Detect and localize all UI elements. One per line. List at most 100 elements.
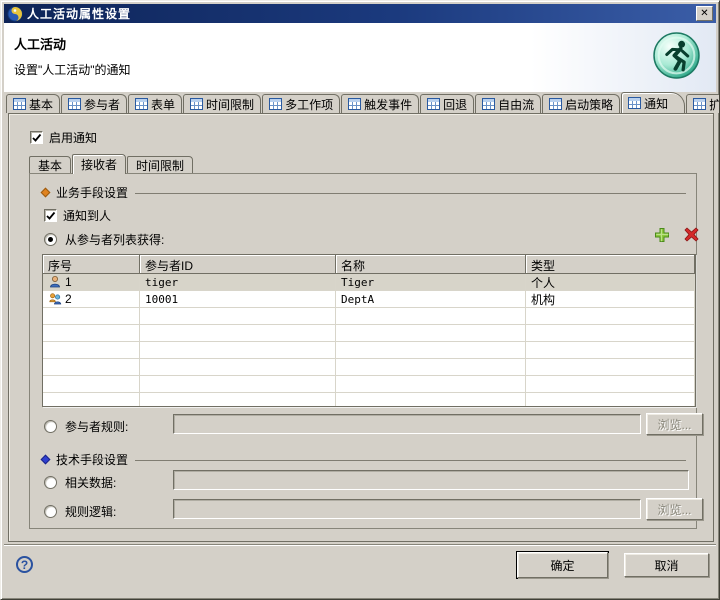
table-icon — [68, 98, 81, 110]
empty-cell — [336, 393, 526, 406]
rule-logic-browse-button[interactable]: 浏览... — [646, 498, 703, 520]
empty-cell — [43, 376, 140, 393]
participant-rule-radio[interactable]: 参与者规则: — [44, 418, 128, 435]
tab-trigger-event[interactable]: 触发事件 — [341, 94, 419, 113]
table-row[interactable]: 2 10001 DeptA 机构 — [43, 291, 695, 308]
subtab-label: 接收者 — [81, 156, 117, 173]
table-empty-row[interactable] — [43, 308, 695, 325]
radio-label: 从参与者列表获得: — [65, 231, 164, 248]
section-rule — [135, 193, 686, 194]
table-empty-row[interactable] — [43, 342, 695, 359]
ok-button[interactable]: 确定 — [517, 552, 608, 578]
empty-cell — [43, 359, 140, 376]
cell-text: 2 — [65, 292, 72, 306]
rule-logic-field[interactable] — [173, 499, 641, 519]
tab-label: 回退 — [443, 96, 467, 113]
cancel-button[interactable]: 取消 — [624, 553, 709, 577]
header-banner: 人工活动 设置"人工活动"的通知 — [4, 23, 716, 92]
table-icon — [693, 98, 706, 110]
related-data-field[interactable] — [173, 470, 689, 490]
subtab-basic[interactable]: 基本 — [29, 156, 71, 174]
empty-cell — [336, 325, 526, 342]
help-icon[interactable]: ? — [16, 556, 33, 573]
table-empty-row[interactable] — [43, 359, 695, 376]
title-bar: 人工活动属性设置 ✕ — [4, 4, 716, 23]
from-participant-list-radio[interactable]: 从参与者列表获得: — [44, 231, 164, 248]
tab-time-limit[interactable]: 时间限制 — [183, 94, 261, 113]
cell-participant-id: 10001 — [140, 291, 336, 308]
empty-cell — [140, 359, 336, 376]
table-header-row: 序号 参与者ID 名称 类型 — [43, 255, 695, 274]
notify-person-checkbox[interactable]: 通知到人 — [44, 207, 111, 224]
table-row[interactable]: 1 tiger Tiger 个人 — [43, 274, 695, 291]
rule-logic-radio[interactable]: 规则逻辑: — [44, 503, 116, 520]
table-icon — [135, 98, 148, 110]
group-icon — [48, 292, 62, 306]
tab-start-strategy[interactable]: 启动策略 — [542, 94, 620, 113]
table-icon — [427, 98, 440, 110]
tab-free-flow[interactable]: 自由流 — [475, 94, 541, 113]
empty-cell — [140, 308, 336, 325]
tab-label: 多工作项 — [285, 96, 333, 113]
table-empty-row[interactable] — [43, 393, 695, 406]
empty-cell — [140, 376, 336, 393]
tab-notification[interactable]: 通知 — [621, 92, 685, 113]
cell-type: 个人 — [526, 274, 695, 291]
table-icon — [482, 98, 495, 110]
empty-cell — [43, 325, 140, 342]
technical-section-header: 技术手段设置 — [42, 451, 686, 468]
empty-cell — [140, 325, 336, 342]
empty-cell — [526, 359, 695, 376]
related-data-radio[interactable]: 相关数据: — [44, 474, 116, 491]
section-rule — [135, 460, 686, 461]
enable-notification-checkbox[interactable]: 启用通知 — [30, 129, 97, 146]
table-icon — [190, 98, 203, 110]
close-button[interactable]: ✕ — [696, 6, 713, 21]
orange-diamond-icon — [41, 188, 51, 198]
tab-extension[interactable]: 扩展 — [686, 94, 720, 113]
remove-participant-icon[interactable] — [684, 227, 699, 242]
tab-form[interactable]: 表单 — [128, 94, 182, 113]
blue-diamond-icon — [41, 455, 51, 465]
tab-participant[interactable]: 参与者 — [61, 94, 127, 113]
main-tab-bar: 基本 参与者 表单 时间限制 多工作项 触发事件 回退 自由流 启动策略 通知 … — [6, 92, 716, 113]
participant-rule-browse-button[interactable]: 浏览... — [646, 413, 703, 435]
cell-type: 机构 — [526, 291, 695, 308]
table-empty-row[interactable] — [43, 376, 695, 393]
column-header-seq: 序号 — [43, 255, 140, 274]
table-empty-row[interactable] — [43, 325, 695, 342]
column-header-type: 类型 — [526, 255, 695, 274]
person-icon — [48, 275, 62, 289]
subtab-time-limit[interactable]: 时间限制 — [127, 156, 193, 174]
radio-icon — [44, 505, 57, 518]
page-title: 人工活动 — [14, 34, 66, 53]
tab-basic[interactable]: 基本 — [6, 94, 60, 113]
cell-name: Tiger — [336, 274, 526, 291]
add-participant-icon[interactable] — [654, 227, 670, 243]
tab-rollback[interactable]: 回退 — [420, 94, 474, 113]
subtab-receiver[interactable]: 接收者 — [72, 154, 126, 174]
empty-cell — [526, 325, 695, 342]
checkbox-icon — [44, 209, 57, 222]
empty-cell — [43, 393, 140, 406]
tab-label: 参与者 — [84, 96, 120, 113]
empty-cell — [336, 308, 526, 325]
empty-cell — [336, 342, 526, 359]
participant-table: 序号 参与者ID 名称 类型 1 tiger Tiger 个人 — [42, 254, 696, 407]
empty-cell — [526, 308, 695, 325]
cell-text: 1 — [65, 275, 72, 289]
tab-label: 时间限制 — [206, 96, 254, 113]
empty-cell — [140, 342, 336, 359]
participant-rule-field[interactable] — [173, 414, 641, 434]
window-swirl-icon — [7, 6, 23, 22]
subtab-label: 基本 — [38, 157, 62, 174]
tab-label: 表单 — [151, 96, 175, 113]
table-icon — [549, 98, 562, 110]
business-section-header: 业务手段设置 — [42, 184, 686, 201]
tab-label: 通知 — [644, 95, 668, 112]
cell-name: DeptA — [336, 291, 526, 308]
table-icon — [628, 97, 641, 109]
column-header-name: 名称 — [336, 255, 526, 274]
tab-multi-workitem[interactable]: 多工作项 — [262, 94, 340, 113]
tab-label: 触发事件 — [364, 96, 412, 113]
